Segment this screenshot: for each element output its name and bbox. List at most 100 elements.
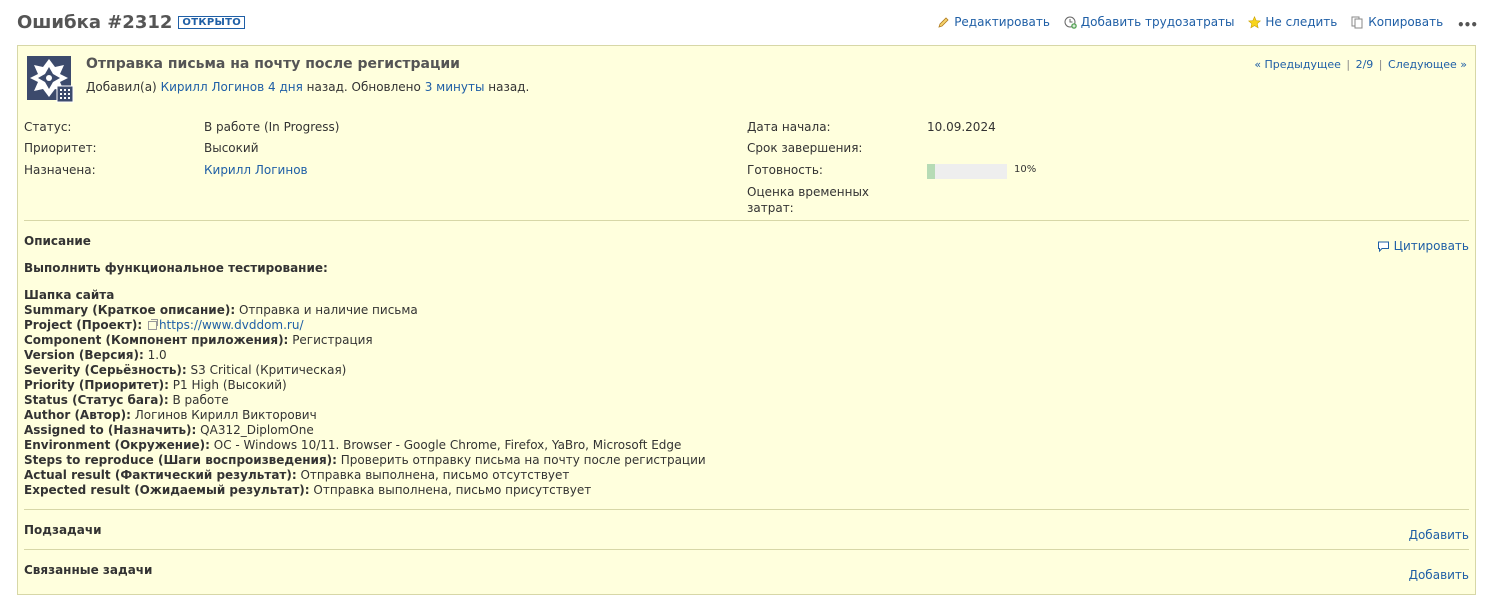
add-time-label: Добавить трудозатраты	[1080, 15, 1235, 29]
description-value: ОС - Windows 10/11. Browser - Google Chr…	[213, 438, 682, 452]
add-related-link[interactable]: Добавить	[1409, 568, 1469, 582]
updated-suffix: назад.	[488, 80, 530, 94]
description-key: Component (Компонент приложения):	[24, 333, 289, 347]
description-key: Version (Версия):	[24, 348, 144, 362]
description-line: Actual result (Фактический результат): О…	[24, 468, 706, 483]
progress-bar	[927, 164, 1007, 179]
description-value: Отправка и наличие письма	[238, 303, 418, 317]
progress-fill	[927, 164, 935, 179]
description-key: Summary (Краткое описание):	[24, 303, 236, 317]
status-badge: ОТКРЫТО	[178, 16, 246, 29]
divider	[24, 509, 1469, 510]
updated-prefix: назад. Обновлено	[306, 80, 421, 94]
author-link[interactable]: Кирилл Логинов	[161, 80, 265, 94]
description-key: Actual result (Фактический результат):	[24, 468, 297, 482]
unwatch-label: Не следить	[1265, 15, 1338, 29]
status-label: Статус:	[24, 120, 72, 134]
issue-pagination: « Предыдущее | 2/9 | Следующее »	[1252, 58, 1469, 71]
description-key: Expected result (Ожидаемый результат):	[24, 483, 310, 497]
nav-separator: |	[1346, 58, 1351, 71]
description-key: Author (Автор):	[24, 408, 131, 422]
description-line: Version (Версия): 1.0	[24, 348, 706, 363]
description-title: Описание	[24, 234, 91, 248]
description-key: Assigned to (Назначить):	[24, 423, 197, 437]
previous-link[interactable]: « Предыдущее	[1254, 58, 1341, 71]
estimate-label-line1: Оценка временных	[747, 185, 870, 199]
add-time-button[interactable]: Добавить трудозатраты	[1064, 15, 1235, 29]
copy-button[interactable]: Копировать	[1351, 15, 1443, 29]
page-title: Ошибка #2312 ОТКРЫТО	[17, 12, 246, 33]
issue-subject: Отправка письма на почту после регистрац…	[86, 56, 460, 72]
description-line: Project (Проект): https://www.dvddom.ru/	[24, 318, 706, 333]
start-date-value: 10.09.2024	[927, 120, 996, 134]
description-key: Severity (Серьёзность):	[24, 363, 187, 377]
description-line: Summary (Краткое описание): Отправка и н…	[24, 303, 706, 318]
project-url-link[interactable]: https://www.dvddom.ru/	[159, 318, 304, 332]
description-value: Отправка выполнена, письмо отсутствует	[300, 468, 570, 482]
description-key: Priority (Приоритет):	[24, 378, 169, 392]
description-value: Регистрация	[292, 333, 373, 347]
description-line: Assigned to (Назначить): QA312_DiplomOne	[24, 423, 706, 438]
start-date-label: Дата начала:	[747, 120, 831, 134]
description-value: QA312_DiplomOne	[200, 423, 314, 437]
description-heading: Выполнить функциональное тестирование:	[24, 261, 328, 275]
description-value: Логинов Кирилл Викторович	[134, 408, 317, 422]
issue-title: Ошибка #2312	[17, 12, 173, 33]
updated-ago-link[interactable]: 3 минуты	[425, 80, 485, 94]
divider	[24, 549, 1469, 550]
issue-meta: Добавил(а) Кирилл Логинов 4 дня назад. О…	[86, 80, 529, 94]
due-date-label: Срок завершения:	[747, 141, 863, 155]
added-prefix: Добавил(а)	[86, 80, 157, 94]
subtasks-title: Подзадачи	[24, 523, 102, 537]
add-subtask-link[interactable]: Добавить	[1409, 528, 1469, 542]
quote-button[interactable]: Цитировать	[1377, 239, 1469, 253]
description-value: Проверить отправку письма на почту после…	[340, 453, 706, 467]
description-line: Steps to reproduce (Шаги воспроизведения…	[24, 453, 706, 468]
assignee-link[interactable]: Кирилл Логинов	[204, 163, 308, 177]
next-link[interactable]: Следующее »	[1388, 58, 1467, 71]
edit-button[interactable]: Редактировать	[937, 15, 1050, 29]
added-ago-link[interactable]: 4 дня	[268, 80, 303, 94]
position-link[interactable]: 2/9	[1356, 58, 1374, 71]
related-title: Связанные задачи	[24, 563, 153, 577]
pencil-icon	[937, 16, 950, 29]
description-line: Component (Компонент приложения): Регист…	[24, 333, 706, 348]
issue-actions: Редактировать Добавить трудозатраты Не с…	[927, 15, 1478, 32]
external-link-icon	[147, 319, 158, 330]
more-actions-button[interactable]: •••	[1457, 18, 1478, 32]
avatar	[24, 53, 76, 103]
star-icon	[1248, 15, 1262, 29]
issue-panel: Отправка письма на почту после регистрац…	[17, 45, 1476, 595]
estimate-label-line2: затрат:	[747, 201, 794, 215]
divider	[24, 220, 1469, 221]
priority-value: Высокий	[204, 141, 259, 155]
description-line: Status (Статус бага): В работе	[24, 393, 706, 408]
description-line: Priority (Приоритет): P1 High (Высокий)	[24, 378, 706, 393]
clock-add-icon	[1064, 16, 1077, 29]
priority-label: Приоритет:	[24, 141, 97, 155]
description-lines: Summary (Краткое описание): Отправка и н…	[24, 303, 706, 498]
edit-label: Редактировать	[954, 15, 1050, 29]
done-ratio-label: Готовность:	[747, 163, 823, 177]
estimate-label: Оценка временных затрат:	[747, 184, 869, 216]
description-value: 1.0	[147, 348, 167, 362]
description-value: S3 Critical (Критическая)	[190, 363, 347, 377]
assigned-label: Назначена:	[24, 163, 96, 177]
description-value: P1 High (Высокий)	[172, 378, 287, 392]
description-body: Выполнить функциональное тестирование: Ш…	[24, 261, 706, 498]
progress-percent: 10%	[1014, 164, 1037, 175]
description-value: Отправка выполнена, письмо присутствует	[313, 483, 592, 497]
description-key: Steps to reproduce (Шаги воспроизведения…	[24, 453, 337, 467]
copy-icon	[1351, 16, 1364, 29]
description-key: Status (Статус бага):	[24, 393, 169, 407]
quote-label: Цитировать	[1393, 239, 1469, 253]
speech-bubble-icon	[1377, 240, 1390, 253]
description-subheading: Шапка сайта	[24, 288, 115, 302]
description-key: Environment (Окружение):	[24, 438, 210, 452]
copy-label: Копировать	[1368, 15, 1444, 29]
issue-header: Ошибка #2312 ОТКРЫТО Редактировать Добави…	[17, 10, 1478, 38]
description-key: Project (Проект):	[24, 318, 143, 332]
unwatch-button[interactable]: Не следить	[1248, 15, 1337, 29]
nav-separator: |	[1378, 58, 1383, 71]
description-line: Severity (Серьёзность): S3 Critical (Кри…	[24, 363, 706, 378]
